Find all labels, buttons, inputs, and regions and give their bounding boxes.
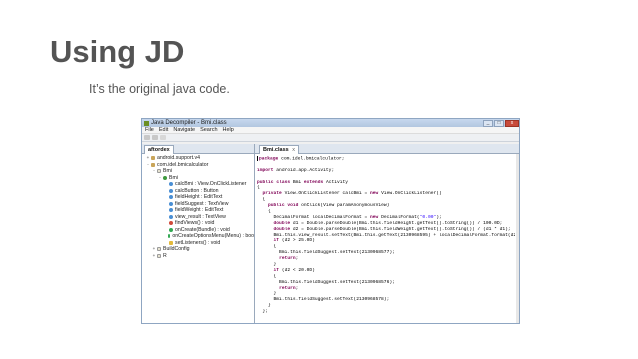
collapse-icon[interactable]: - bbox=[158, 175, 162, 182]
right-tab-strip: Bmi.class x bbox=[255, 144, 519, 154]
tree-item-label: R bbox=[163, 252, 167, 259]
package-explorer: aftordex + android.support.v4- com.idel.bm… bbox=[142, 144, 255, 323]
maximize-button[interactable]: □ bbox=[494, 119, 504, 127]
class-file-icon bbox=[157, 253, 161, 258]
protected-method-icon bbox=[169, 240, 173, 245]
tree-item[interactable]: + R bbox=[146, 253, 254, 260]
public-method-icon bbox=[167, 234, 171, 239]
tab-aftordex[interactable]: aftordex bbox=[144, 145, 174, 154]
code-line: }; bbox=[257, 309, 269, 315]
class-file-icon bbox=[157, 169, 161, 174]
field-icon bbox=[169, 188, 173, 193]
toolbar bbox=[142, 134, 519, 142]
field-icon bbox=[169, 208, 173, 213]
package-icon bbox=[151, 162, 155, 167]
forward-arrow-icon[interactable] bbox=[160, 135, 166, 140]
private-method-icon bbox=[169, 221, 173, 226]
workspace: aftordex + android.support.v4- com.idel.bm… bbox=[142, 144, 519, 323]
expand-icon[interactable]: + bbox=[152, 253, 156, 260]
close-window-button[interactable]: x bbox=[505, 119, 519, 127]
menu-help[interactable]: Help bbox=[223, 127, 234, 134]
public-method-icon bbox=[169, 227, 173, 232]
package-icon bbox=[151, 156, 155, 161]
tab-bmi-class-label: Bmi.class bbox=[263, 147, 289, 153]
left-tab-strip: aftordex bbox=[142, 144, 254, 154]
close-tab-icon[interactable]: x bbox=[292, 147, 295, 153]
java-decompiler-window: Java Decompiler - Bmi.class _ □ x File E… bbox=[141, 118, 520, 324]
field-icon bbox=[169, 182, 173, 187]
menu-search[interactable]: Search bbox=[200, 127, 217, 134]
minimize-button[interactable]: _ bbox=[483, 119, 493, 127]
class-icon bbox=[163, 175, 167, 180]
field-icon bbox=[169, 201, 173, 206]
package-tree: + android.support.v4- com.idel.bmicalculat… bbox=[142, 154, 254, 259]
tab-bmi-class[interactable]: Bmi.class x bbox=[259, 145, 299, 154]
field-icon bbox=[169, 214, 173, 219]
slide-subtitle: It’s the original java code. bbox=[89, 82, 230, 96]
menu-bar: File Edit Navigate Search Help bbox=[142, 127, 519, 134]
menu-navigate[interactable]: Navigate bbox=[173, 127, 195, 134]
collapse-icon[interactable]: - bbox=[152, 168, 156, 175]
source-code[interactable]: package com.idel.bmicalculator; import an… bbox=[257, 156, 515, 323]
open-file-icon[interactable] bbox=[144, 135, 150, 140]
window-titlebar: Java Decompiler - Bmi.class _ □ x bbox=[142, 119, 519, 127]
slide-title: Using JD bbox=[50, 34, 185, 69]
text-cursor bbox=[257, 156, 258, 161]
field-icon bbox=[169, 195, 173, 200]
collapse-icon[interactable]: - bbox=[146, 162, 150, 169]
code-line: double d1 = Double.parseDouble(Bmi.this.… bbox=[273, 220, 503, 226]
vertical-scrollbar[interactable] bbox=[516, 154, 519, 323]
class-file-icon bbox=[157, 247, 161, 252]
code-line: double d2 = Double.parseDouble(Bmi.this.… bbox=[273, 226, 511, 232]
back-arrow-icon[interactable] bbox=[152, 135, 158, 140]
tab-aftordex-label: aftordex bbox=[148, 147, 170, 153]
tree-item-label: BuildConfig bbox=[163, 246, 190, 252]
menu-edit[interactable]: Edit bbox=[159, 127, 168, 134]
menu-file[interactable]: File bbox=[145, 127, 154, 134]
source-view: Bmi.class x package com.idel.bmicalculat… bbox=[255, 144, 519, 323]
app-icon bbox=[144, 120, 149, 126]
